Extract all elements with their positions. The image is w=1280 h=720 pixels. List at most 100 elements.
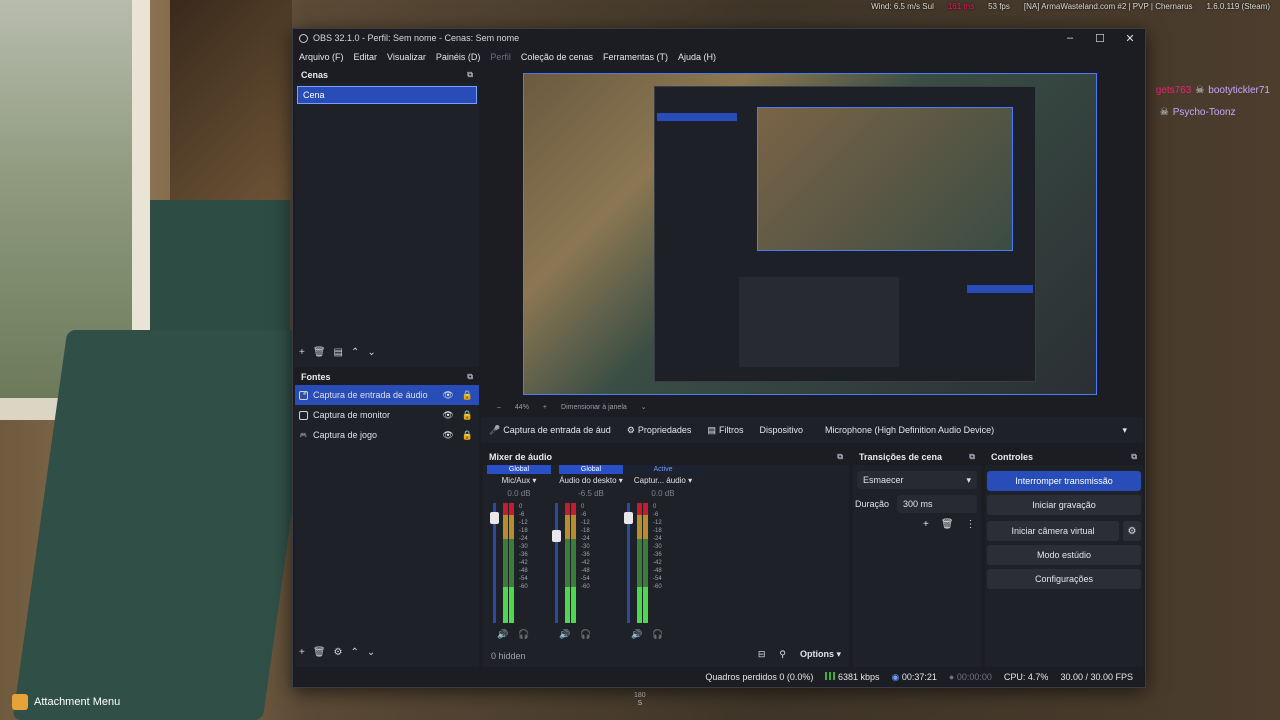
headphones-icon[interactable]: 🎧 — [652, 629, 663, 640]
scene-item[interactable]: Cena — [297, 86, 477, 104]
source-item-game[interactable]: 🎮 Captura de jogo 👁 🔒 — [295, 425, 479, 445]
menu-edit[interactable]: Editar — [354, 52, 378, 62]
compass: 180 S — [634, 692, 646, 708]
start-virtual-camera-button[interactable]: Iniciar câmera virtual — [987, 521, 1119, 541]
menu-help[interactable]: Ajuda (H) — [678, 52, 716, 62]
maximize-button[interactable]: ☐ — [1085, 29, 1115, 47]
arrow-up-icon[interactable]: ⌃ — [351, 347, 359, 358]
title-bar[interactable]: OBS 32.1.0 - Perfil: Sem nome - Cenas: S… — [293, 29, 1145, 47]
volume-slider[interactable] — [624, 503, 633, 623]
properties-button[interactable]: ⚙ Propriedades — [627, 425, 692, 436]
arrow-down-icon[interactable]: ⌄ — [367, 647, 375, 658]
arrow-up-icon[interactable]: ⌃ — [351, 647, 359, 658]
zoom-in-icon[interactable]: + — [543, 404, 547, 411]
microphone-icon: 🎤 — [299, 390, 308, 400]
menu-view[interactable]: Visualizar — [387, 52, 426, 62]
device-select[interactable]: Microphone (High Definition Audio Device… — [819, 421, 1133, 439]
studio-mode-button[interactable]: Modo estúdio — [987, 545, 1141, 565]
layout-icon[interactable]: ⊟ — [758, 649, 766, 660]
gear-icon[interactable]: ⚙ — [334, 647, 343, 658]
headphones-icon[interactable]: 🎧 — [580, 629, 591, 640]
preview-area[interactable] — [483, 67, 1143, 399]
start-recording-button[interactable]: Iniciar gravação — [987, 495, 1141, 515]
undock-icon[interactable]: ⧉ — [467, 70, 473, 80]
undock-icon[interactable]: ⧉ — [837, 452, 843, 462]
killfeed-victim: bootytickler71 — [1208, 85, 1270, 96]
zoom-out-icon[interactable]: – — [497, 404, 501, 411]
trash-icon[interactable]: 🗑 — [941, 519, 954, 530]
scale-tick: -12 — [653, 520, 662, 526]
undock-icon[interactable]: ⧉ — [467, 372, 473, 382]
speaker-icon[interactable]: 🔊 — [559, 629, 570, 640]
speaker-icon[interactable]: 🔊 — [631, 629, 642, 640]
settings-button[interactable]: Configurações — [987, 569, 1141, 589]
scale-tick: -36 — [519, 552, 528, 558]
nested-obs-capture — [654, 86, 1036, 382]
filters-button[interactable]: ▤ Filtros — [707, 425, 743, 436]
lock-icon[interactable]: 🔒 — [462, 430, 473, 441]
scale-tick: -18 — [519, 528, 528, 534]
nested-mixer — [739, 277, 899, 367]
volume-knob[interactable] — [624, 511, 633, 524]
scale-tick: -42 — [581, 560, 590, 566]
compass-heading: 180 — [634, 692, 646, 699]
volume-slider[interactable] — [552, 503, 561, 623]
virtual-camera-settings-button[interactable]: ⚙ — [1123, 521, 1141, 541]
menu-scene-collection[interactable]: Coleção de cenas — [521, 52, 593, 62]
scale-tick: -12 — [581, 520, 590, 526]
key-icon — [12, 694, 28, 710]
undock-icon[interactable]: ⧉ — [969, 452, 975, 462]
scale-tick: -42 — [519, 560, 528, 566]
lock-icon[interactable]: 🔒 — [462, 410, 473, 421]
eye-icon[interactable]: 👁 — [442, 410, 453, 421]
add-icon[interactable]: + — [299, 647, 305, 658]
undock-icon[interactable]: ⧉ — [1131, 452, 1137, 462]
filter-icon[interactable]: ▤ — [334, 347, 343, 358]
source-item-audio[interactable]: 🎤 Captura de entrada de áudio 👁 🔒 — [295, 385, 479, 405]
scale-tick: -24 — [653, 536, 662, 542]
menu-docks[interactable]: Painéis (D) — [436, 52, 481, 62]
mixer-channel-mic: Global Mic/Aux ▾ 0.0 dB — [487, 465, 551, 500]
controls-dock: Controles ⧉ Interromper transmissão Inici… — [985, 449, 1143, 667]
trash-icon[interactable]: 🗑 — [313, 347, 326, 358]
menu-file[interactable]: Arquivo (F) — [299, 52, 344, 62]
duration-input[interactable]: 300 ms — [897, 495, 977, 513]
resize-mode[interactable]: Dimensionar à janela — [561, 404, 627, 411]
speaker-icon[interactable]: 🔊 — [497, 629, 508, 640]
eye-icon[interactable]: 👁 — [442, 430, 453, 441]
transitions-title: Transições de cena — [859, 452, 943, 462]
headphones-icon[interactable]: 🎧 — [518, 629, 529, 640]
filter-icon: ▤ — [707, 424, 716, 435]
volume-knob[interactable] — [552, 530, 561, 542]
stop-streaming-button[interactable]: Interromper transmissão — [987, 471, 1141, 491]
channel-name[interactable]: Áudio do deskto ▾ — [559, 474, 623, 488]
channel-name[interactable]: Mic/Aux ▾ — [487, 474, 551, 488]
add-icon[interactable]: + — [923, 519, 929, 530]
channel-tag: Global — [487, 465, 551, 474]
trash-icon[interactable]: 🗑 — [313, 647, 326, 658]
close-button[interactable]: ✕ — [1115, 29, 1145, 47]
minimize-button[interactable]: – — [1055, 29, 1085, 47]
options-button[interactable]: Options ▾ — [800, 649, 841, 660]
lock-icon[interactable]: 🔒 — [462, 390, 473, 401]
preview-canvas[interactable] — [523, 73, 1097, 395]
source-item-monitor[interactable]: Captura de monitor 👁 🔒 — [295, 405, 479, 425]
gear-icon: ⚙ — [1127, 525, 1137, 537]
channel-name[interactable]: Captur... áudio ▾ — [623, 474, 703, 488]
link-icon[interactable]: ⚲ — [779, 649, 786, 660]
chevron-down-icon[interactable]: ⌄ — [641, 403, 647, 411]
scale-tick: -36 — [653, 552, 662, 558]
scale-tick: -18 — [581, 528, 590, 534]
meter-bar — [509, 503, 514, 623]
menu-tools[interactable]: Ferramentas (T) — [603, 52, 668, 62]
eye-icon[interactable]: 👁 — [442, 390, 453, 401]
menu-profile[interactable]: Perfil — [490, 52, 511, 62]
arrow-down-icon[interactable]: ⌄ — [367, 347, 375, 358]
window-title: OBS 32.1.0 - Perfil: Sem nome - Cenas: S… — [313, 33, 520, 43]
more-icon[interactable]: ⋮ — [966, 519, 976, 530]
hud-fps: 53 fps — [988, 2, 1010, 11]
add-icon[interactable]: + — [299, 347, 305, 358]
volume-knob[interactable] — [490, 511, 499, 524]
transition-select[interactable]: Esmaecer ▾ — [857, 471, 977, 489]
volume-slider[interactable] — [490, 503, 499, 623]
